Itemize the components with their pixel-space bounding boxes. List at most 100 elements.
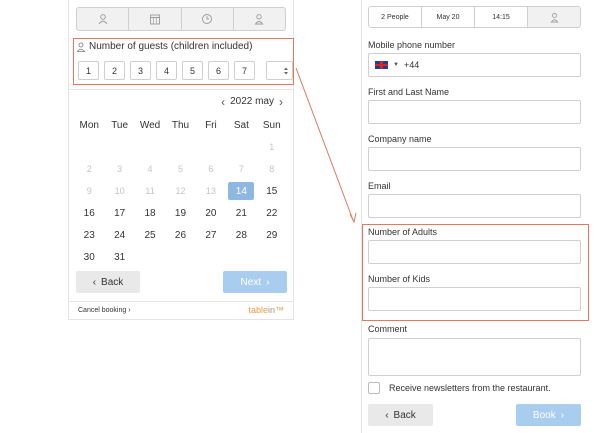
guest-option-6[interactable]: 6 (208, 61, 229, 80)
newsletter-option: Receive newsletters from the restaurant. (368, 382, 551, 394)
calendar-empty-cell (257, 246, 287, 268)
calendar-day: 12 (175, 186, 186, 196)
tab-people[interactable]: 2 People (369, 7, 422, 27)
updown-arrows-icon (284, 67, 288, 74)
chevron-right-icon[interactable]: › (279, 96, 283, 108)
booking-widget-step1: Number of guests (children included) 1 2… (68, 0, 294, 320)
next-button[interactable]: Next › (223, 271, 287, 293)
calendar-day: 7 (238, 164, 244, 174)
name-field[interactable] (368, 100, 581, 124)
back-button[interactable]: ‹ Back (368, 404, 433, 426)
company-label: Company name (368, 134, 432, 144)
calendar-day-selected[interactable]: 14 (226, 180, 256, 202)
chevron-left-icon: ‹ (385, 409, 389, 421)
weekday-header: Fri (205, 119, 217, 131)
adults-field[interactable] (368, 240, 581, 264)
book-button[interactable]: Book › (516, 404, 581, 426)
month-label: 2022 may (230, 96, 274, 107)
calendar-day[interactable]: 25 (135, 224, 165, 246)
chevron-left-icon[interactable]: ‹ (221, 96, 225, 108)
person-icon (76, 42, 86, 52)
uk-flag-icon[interactable] (375, 61, 388, 69)
person-icon (255, 14, 264, 25)
guest-option-4[interactable]: 4 (156, 61, 177, 80)
email-field[interactable] (368, 194, 581, 218)
guest-count-stepper[interactable] (266, 61, 293, 80)
tab-date[interactable] (129, 8, 182, 30)
step-tabs (76, 7, 286, 31)
chevron-right-icon: › (560, 409, 565, 421)
guest-option-2[interactable]: 2 (104, 61, 125, 80)
tab-details[interactable] (528, 7, 580, 27)
tab-guests[interactable] (77, 8, 130, 30)
calendar-day[interactable]: 19 (165, 202, 195, 224)
calendar-day[interactable]: 23 (74, 224, 104, 246)
guest-count-options: 1 2 3 4 5 6 7 (78, 61, 293, 80)
summary-tabs: 2 People May 20 14:15 (368, 6, 581, 28)
tab-time[interactable] (182, 8, 234, 30)
calendar-header: ‹ 2022 may › (69, 96, 283, 108)
guests-label-text: Number of guests (children included) (89, 41, 253, 52)
calendar-day: 5 (177, 164, 183, 174)
cancel-booking-link[interactable]: Cancel booking › (78, 307, 131, 314)
calendar-day[interactable]: 17 (104, 202, 134, 224)
calendar-day[interactable]: 22 (257, 202, 287, 224)
calendar-day[interactable]: 24 (104, 224, 134, 246)
calendar-day[interactable]: 18 (135, 202, 165, 224)
calendar-day: 9 (86, 186, 92, 196)
calendar-empty-cell (196, 136, 226, 158)
calendar-empty-cell (165, 136, 195, 158)
back-button[interactable]: ‹ Back (76, 271, 140, 293)
newsletter-checkbox[interactable] (368, 382, 380, 394)
kids-field[interactable] (368, 287, 581, 311)
adults-label: Number of Adults (368, 227, 438, 237)
name-label: First and Last Name (368, 87, 450, 97)
calendar-day[interactable]: 29 (257, 224, 287, 246)
back-label: Back (101, 276, 124, 288)
comment-field[interactable] (368, 338, 581, 376)
people-icon (98, 14, 107, 25)
calendar-day[interactable]: 21 (226, 202, 256, 224)
tablein-logo: tablein™ (248, 305, 284, 315)
calendar-day[interactable]: 27 (196, 224, 226, 246)
calendar-empty-cell (226, 136, 256, 158)
caret-down-icon[interactable]: ▼ (393, 62, 399, 68)
guests-selector-highlight: Number of guests (children included) 1 2… (73, 38, 294, 85)
calendar-day[interactable]: 26 (165, 224, 195, 246)
calendar-day[interactable]: 31 (104, 246, 134, 268)
calendar-day: 10 (114, 186, 125, 196)
calendar-day[interactable]: 16 (74, 202, 104, 224)
phone-field[interactable]: ▼ +44 (368, 53, 581, 77)
calendar-day: 4 (147, 164, 153, 174)
calendar-day[interactable]: 28 (226, 224, 256, 246)
chevron-left-icon: ‹ (92, 276, 97, 288)
calendar-day: 13 (205, 186, 216, 196)
calendar-empty-cell (226, 246, 256, 268)
weekday-header: Sat (233, 119, 249, 131)
calendar-day: 11 (145, 186, 155, 196)
weekday-header: Sun (262, 119, 281, 131)
calendar-day[interactable]: 20 (196, 202, 226, 224)
cancel-label: Cancel booking (78, 307, 127, 314)
back-label: Back (393, 409, 416, 421)
clock-icon (202, 14, 213, 24)
calendar-day[interactable]: 30 (74, 246, 104, 268)
kids-label: Number of Kids (368, 274, 431, 284)
company-field[interactable] (368, 147, 581, 171)
calendar-empty-cell (104, 136, 134, 158)
calendar-day: 1 (269, 142, 275, 152)
calendar-day: 2 (86, 164, 92, 174)
selected-day-label: 14 (228, 182, 255, 200)
guest-option-5[interactable]: 5 (182, 61, 203, 80)
phone-label: Mobile phone number (368, 40, 456, 50)
tab-date[interactable]: May 20 (422, 7, 475, 27)
guest-option-1[interactable]: 1 (78, 61, 99, 80)
tab-time[interactable]: 14:15 (475, 7, 528, 27)
guest-option-7[interactable]: 7 (234, 61, 255, 80)
calendar-day[interactable]: 15 (257, 180, 287, 202)
guest-option-3[interactable]: 3 (130, 61, 151, 80)
calendar-day: 6 (208, 164, 214, 174)
tab-details[interactable] (234, 8, 285, 30)
calendar-day: 3 (117, 164, 123, 174)
calendar-empty-cell (135, 136, 165, 158)
